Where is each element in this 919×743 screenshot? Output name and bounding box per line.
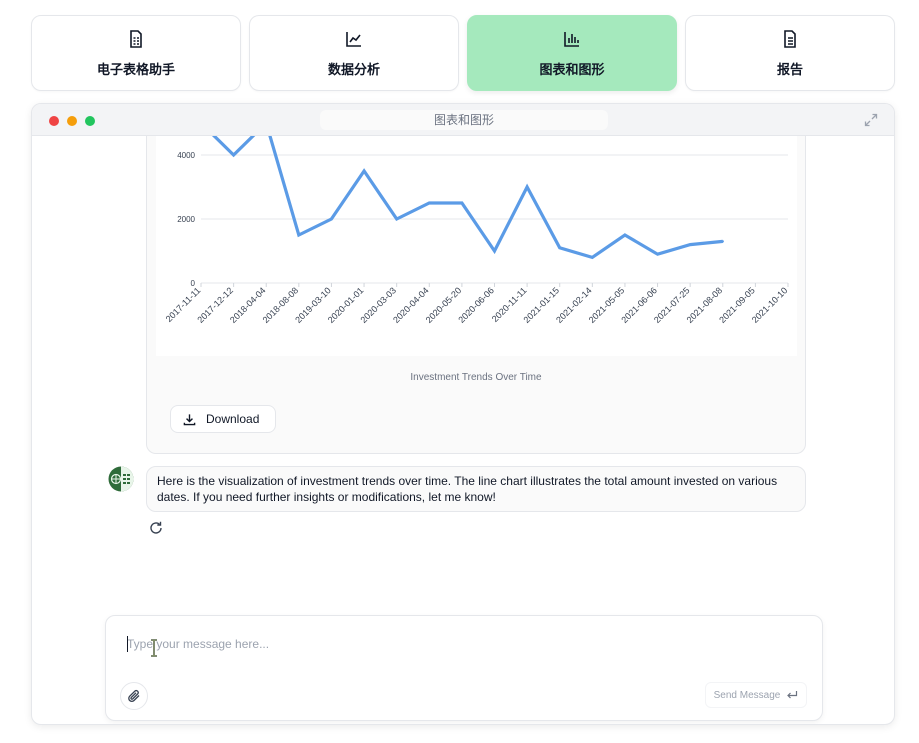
download-icon <box>183 413 196 425</box>
data-point <box>232 153 235 157</box>
send-message-button[interactable]: Send Message <box>705 682 807 708</box>
data-point <box>525 185 529 189</box>
data-point <box>460 201 464 205</box>
expand-icon[interactable] <box>864 113 878 127</box>
chart-area: 0 2000 4000 2017-11-11 2017-12-12 2018-04-04 2… <box>156 119 797 356</box>
tab-label: 电子表格助手 <box>96 62 175 78</box>
y-tick-label: 2000 <box>177 215 195 224</box>
send-message-label: Send Message <box>713 689 781 701</box>
tab-spreadsheet-assistant[interactable]: 电子表格助手 <box>31 15 241 91</box>
data-point <box>330 217 333 221</box>
enter-icon <box>787 691 798 699</box>
assistant-message: Here is the visualization of investment … <box>146 466 806 512</box>
data-point <box>395 217 398 221</box>
tab-label: 报告 <box>776 62 803 78</box>
window-titlebar: 图表和图形 <box>32 104 894 136</box>
data-point <box>493 249 496 253</box>
data-point <box>558 246 561 249</box>
line-chart-icon <box>346 31 361 47</box>
top-tabs: 电子表格助手 数据分析 图表和图形 报告 <box>31 15 895 91</box>
document-icon <box>784 29 796 48</box>
data-point <box>721 240 724 243</box>
data-point <box>428 201 431 205</box>
x-tick-label: 2021-10-10 <box>750 285 790 325</box>
download-label: Download <box>206 412 260 426</box>
refresh-icon[interactable] <box>148 520 164 536</box>
tab-charts-and-graphs[interactable]: 图表和图形 <box>467 15 677 91</box>
x-tick-label: 2020-06-06 <box>456 285 496 325</box>
tab-data-analysis[interactable]: 数据分析 <box>249 15 459 91</box>
y-tick-label: 4000 <box>177 151 195 160</box>
minimize-window-button[interactable] <box>67 116 77 126</box>
message-input[interactable] <box>127 634 727 654</box>
spreadsheet-icon <box>130 29 142 48</box>
chart-caption: Investment Trends Over Time <box>410 372 542 383</box>
attach-button[interactable] <box>120 682 148 710</box>
data-point <box>362 169 366 173</box>
message-composer: Send Message <box>105 615 823 721</box>
window-title: 图表和图形 <box>320 110 608 130</box>
chart-card: 0 2000 4000 2017-11-11 2017-12-12 2018-04-04 2… <box>146 119 806 454</box>
close-window-button[interactable] <box>49 116 59 126</box>
assistant-avatar <box>108 466 134 492</box>
series-line <box>199 119 723 260</box>
bar-chart-icon <box>564 31 579 47</box>
data-point <box>297 233 301 237</box>
data-point <box>623 233 627 237</box>
app-window: 图表和图形 0 2000 4000 2017-11-11 2017-12-12 2018-… <box>31 103 895 725</box>
tab-label: 数据分析 <box>327 62 380 78</box>
tab-report[interactable]: 报告 <box>685 15 895 91</box>
line-chart: 0200040002017-11-112017-12-122018-04-042… <box>164 119 790 325</box>
maximize-window-button[interactable] <box>85 116 95 126</box>
text-cursor-icon <box>151 639 157 657</box>
data-point <box>656 253 659 256</box>
text-caret <box>127 636 128 652</box>
download-button[interactable]: Download <box>170 405 276 433</box>
paperclip-icon <box>128 689 140 703</box>
tab-label: 图表和图形 <box>539 62 605 78</box>
data-point <box>688 243 692 246</box>
data-point <box>591 256 594 259</box>
